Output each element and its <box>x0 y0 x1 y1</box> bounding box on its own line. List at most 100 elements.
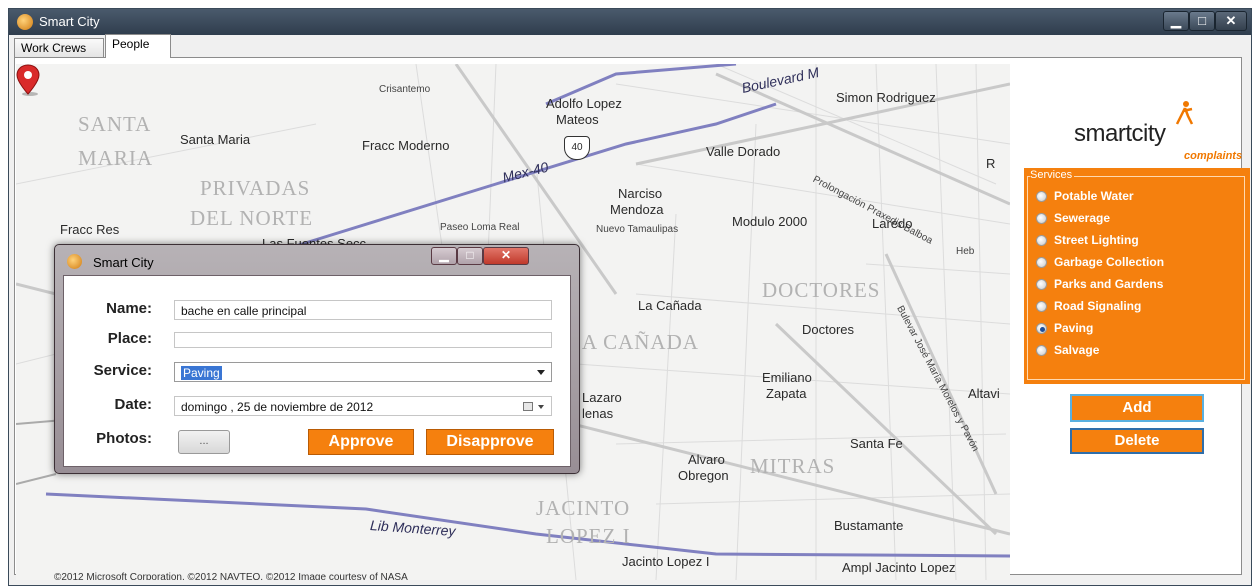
radio-icon[interactable] <box>1036 301 1047 312</box>
map-area-label: LOPEZ I <box>546 524 631 548</box>
smartcity-logo: smartcity complaints <box>1074 100 1244 162</box>
map-label: Valle Dorado <box>706 144 781 159</box>
date-label: Date: <box>114 396 152 413</box>
logo-text: smartcity <box>1074 120 1166 147</box>
map-label: Lazaro <box>582 390 622 405</box>
close-icon: ✕ <box>500 248 512 262</box>
map-label: Altavi <box>968 386 1000 401</box>
title-bar[interactable]: Smart City ▁ □ ✕ <box>9 9 1251 35</box>
service-option-label: Road Signaling <box>1054 299 1142 313</box>
map-area-label: MARIA <box>78 146 154 170</box>
service-option-label: Potable Water <box>1054 189 1134 203</box>
maximize-icon: □ <box>1198 13 1206 28</box>
map-label: Obregon <box>678 468 729 483</box>
map-label: Mateos <box>556 112 599 127</box>
map-pin-icon[interactable] <box>16 64 40 96</box>
smart-city-app-icon <box>67 254 82 269</box>
tab-people[interactable]: People <box>105 34 171 58</box>
calendar-icon[interactable] <box>523 402 533 411</box>
radio-icon[interactable] <box>1036 213 1047 224</box>
service-select[interactable]: Paving <box>174 362 552 382</box>
map-area-label: PRIVADAS <box>200 176 311 200</box>
minimize-icon: ▁ <box>439 248 449 262</box>
map-area-label: DOCTORES <box>762 278 881 302</box>
highway-shield-icon: 40 <box>564 136 590 160</box>
photos-label: Photos: <box>96 430 152 447</box>
map-label: Mendoza <box>610 202 664 217</box>
maximize-icon: □ <box>466 248 474 262</box>
map-label: Adolfo Lopez <box>546 96 622 111</box>
name-field[interactable]: bache en calle principal <box>174 300 552 320</box>
map-area-label: SANTA <box>78 112 152 136</box>
map-label: Jacinto Lopez I <box>622 554 710 569</box>
name-label: Name: <box>106 300 152 317</box>
add-button[interactable]: Add <box>1070 394 1204 422</box>
map-label: Emiliano <box>762 370 812 385</box>
window-title: Smart City <box>39 14 100 29</box>
map-label: Doctores <box>802 322 855 337</box>
service-option-label: Street Lighting <box>1054 233 1139 247</box>
radio-icon[interactable] <box>1036 191 1047 202</box>
close-icon: ✕ <box>1225 13 1237 28</box>
map-area-label: LA CAÑADA <box>568 330 699 354</box>
dialog-close-button[interactable]: ✕ <box>483 247 529 265</box>
map-label: Fracc Moderno <box>362 138 450 153</box>
map-label: Crisantemo <box>379 84 431 95</box>
map-label: Santa Fe <box>850 436 903 451</box>
place-field[interactable] <box>174 332 552 348</box>
service-option-label: Garbage Collection <box>1054 255 1165 269</box>
radio-icon[interactable] <box>1036 279 1047 290</box>
radio-icon[interactable] <box>1036 257 1047 268</box>
dialog-title: Smart City <box>93 255 154 270</box>
map-label: R <box>986 156 996 171</box>
tab-work-crews[interactable]: Work Crews <box>14 38 104 57</box>
disapprove-button[interactable]: Disapprove <box>426 429 554 455</box>
close-button[interactable]: ✕ <box>1215 11 1247 31</box>
map-label: Ampl Jacinto Lopez <box>842 560 956 575</box>
map-label: Zapata <box>766 386 807 401</box>
chevron-down-icon[interactable] <box>538 405 544 409</box>
service-option-label: Salvage <box>1054 343 1100 357</box>
map-label: Narciso <box>618 186 663 201</box>
map-label: Santa Maria <box>180 132 251 147</box>
logo-subtitle: complaints <box>1184 150 1243 162</box>
dialog-minimize-button[interactable]: ▁ <box>431 247 457 265</box>
chevron-down-icon[interactable] <box>537 370 545 375</box>
map-label: Heb <box>956 246 975 257</box>
map-area-label: DEL NORTE <box>190 206 314 230</box>
map-label: Laredo <box>872 216 913 231</box>
smart-city-app-icon <box>17 14 33 30</box>
maximize-button[interactable]: □ <box>1189 11 1215 31</box>
date-value: domingo , 25 de noviembre de 2012 <box>181 400 374 414</box>
radio-icon[interactable] <box>1036 345 1047 356</box>
delete-button[interactable]: Delete <box>1070 428 1204 454</box>
map-label: Nuevo Tamaulipas <box>596 224 679 235</box>
approve-button[interactable]: Approve <box>308 429 414 455</box>
dialog-body: Name: bache en calle principal Place: Se… <box>63 275 571 467</box>
services-panel: Services Potable Water Sewerage Street L… <box>1024 168 1250 384</box>
services-legend: Services <box>1030 169 1075 181</box>
date-picker[interactable]: domingo , 25 de noviembre de 2012 <box>174 396 552 416</box>
radio-icon[interactable] <box>1036 235 1047 246</box>
dialog-maximize-button[interactable]: □ <box>457 247 483 265</box>
map-label: Modulo 2000 <box>732 214 808 229</box>
place-label: Place: <box>107 330 152 347</box>
service-option-label: Paving <box>1054 321 1094 335</box>
browse-photos-button[interactable]: ... <box>178 430 230 454</box>
service-option-label: Parks and Gardens <box>1054 277 1164 291</box>
map-label: Alvaro <box>688 452 725 467</box>
service-option-label: Sewerage <box>1054 211 1111 225</box>
radio-checked-icon[interactable] <box>1036 323 1047 334</box>
person-icon <box>1175 101 1194 125</box>
complaint-dialog: Smart City ▁ □ ✕ Name: bache en calle pr… <box>54 244 580 474</box>
map-label: Bustamante <box>834 518 904 533</box>
map-label: Fracc Res <box>60 222 120 237</box>
minimize-icon: ▁ <box>1171 13 1181 28</box>
map-copyright: ©2012 Microsoft Corporation, ©2012 NAVTE… <box>54 572 408 580</box>
map-label: La Cañada <box>638 298 702 313</box>
map-area-label: MITRAS <box>750 454 836 478</box>
map-label: lenas <box>582 406 614 421</box>
map-label: Paseo Loma Real <box>440 222 520 233</box>
minimize-button[interactable]: ▁ <box>1163 11 1189 31</box>
service-selected-value: Paving <box>181 366 222 380</box>
